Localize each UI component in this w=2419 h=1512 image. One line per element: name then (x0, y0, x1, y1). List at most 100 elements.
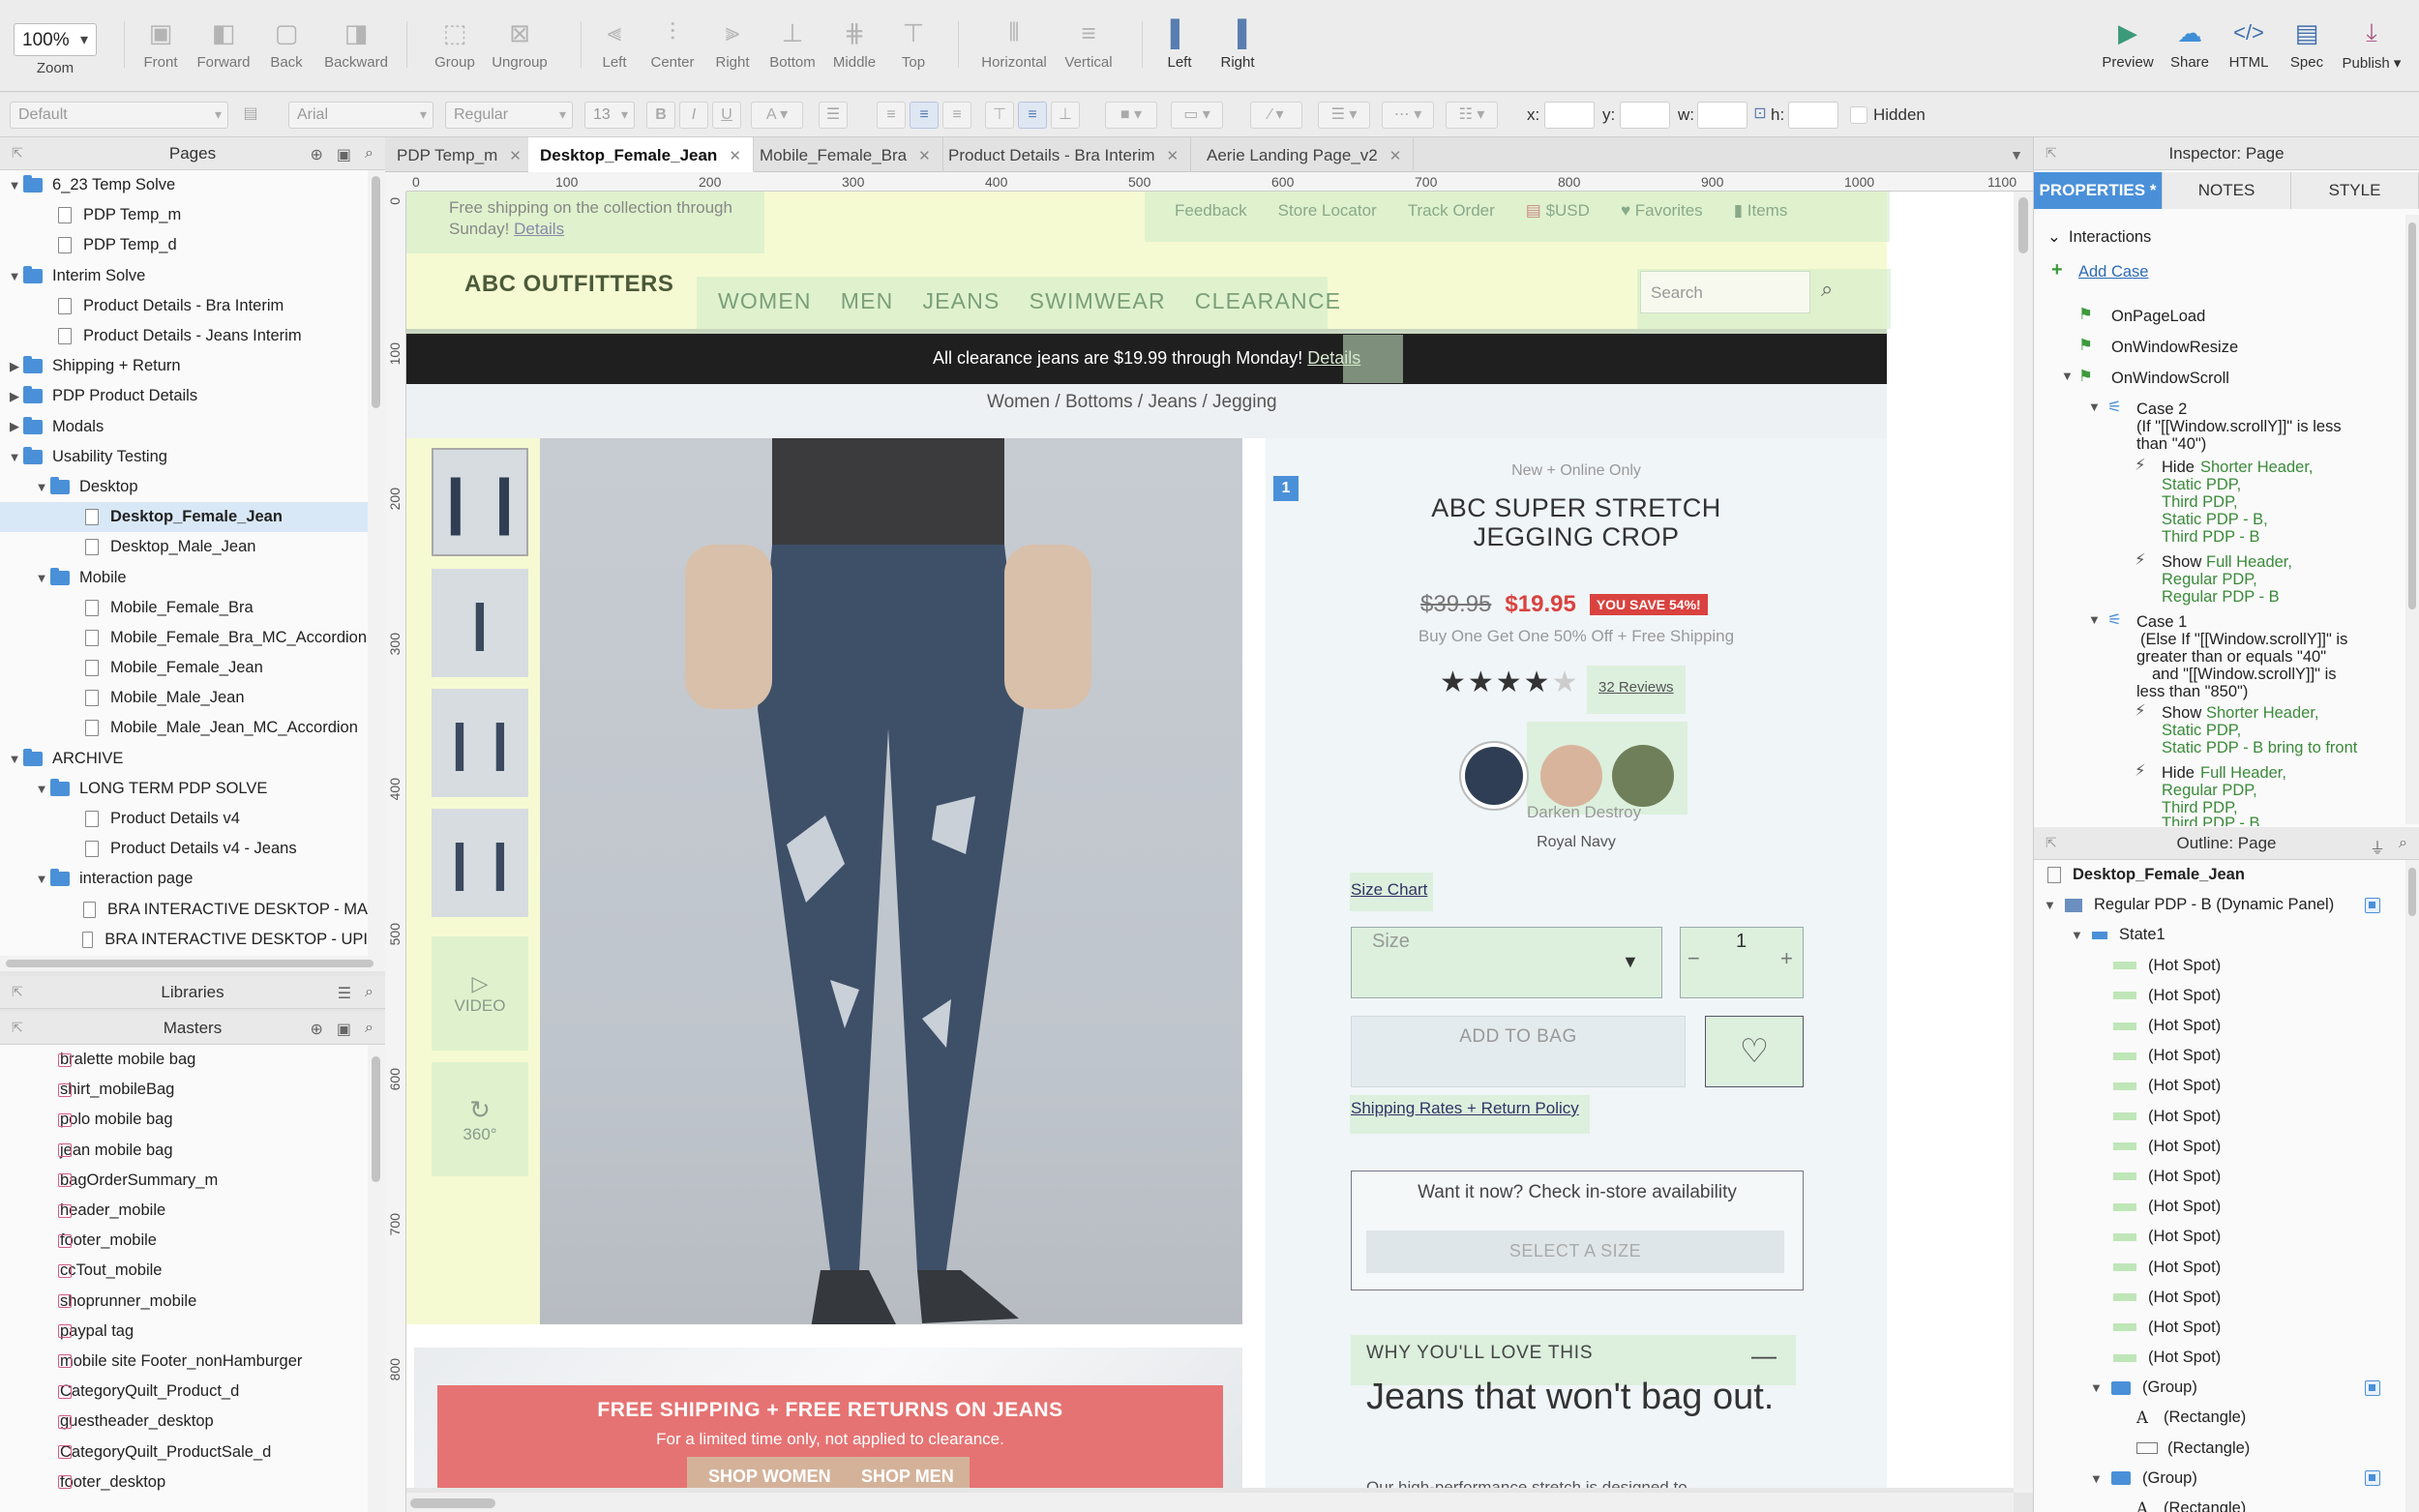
nav-jeans[interactable]: JEANS (922, 288, 1000, 314)
folder-interaction-page[interactable]: ▼ interaction page (0, 864, 368, 894)
bag-link[interactable]: ▮ Items (1734, 201, 1788, 221)
lock-ratio-icon[interactable]: ⊡ (1749, 102, 1771, 129)
outline-group[interactable]: ▼ (Group) (2034, 1464, 2405, 1494)
folder-desktop[interactable]: ▼ Desktop (0, 472, 368, 502)
outline-rectangle[interactable]: A (Rectangle) (2034, 1494, 2405, 1512)
page-product-details-v4[interactable]: Product Details v4 (0, 804, 368, 834)
swatch-royal-navy[interactable] (1459, 741, 1529, 811)
product-main-image[interactable] (540, 438, 1242, 1328)
canvas-vscrollbar[interactable] (2014, 192, 2033, 1493)
collapse-icon[interactable]: ⇱ (12, 145, 23, 162)
minus-icon[interactable]: − (1687, 946, 1700, 971)
folder-6-23-temp-solve[interactable]: ▼ 6_23 Temp Solve (0, 170, 368, 200)
swatch-tan[interactable] (1540, 745, 1602, 807)
masters-scrollbar[interactable] (368, 1045, 385, 1512)
case-2-title[interactable]: Case 2 (2136, 400, 2187, 418)
add-page-icon[interactable]: ⊕ (311, 145, 323, 164)
tab-properties[interactable]: PROPERTIES * (2034, 172, 2163, 209)
page-bra-interactive-desktop-ma[interactable]: BRA INTERACTIVE DESKTOP - MA (0, 895, 368, 925)
outline-hotspot[interactable]: (Hot Spot) (2034, 1102, 2405, 1132)
visibility-icon[interactable] (2365, 1379, 2380, 1396)
font-weight-select[interactable]: Regular (445, 102, 573, 129)
tab-product-details-bra-interim[interactable]: Product Details - Bra Interim ✕ (937, 137, 1192, 172)
caret-icon[interactable]: ▼ (2090, 1471, 2111, 1486)
thumb-4[interactable]: ❙❙ (432, 809, 528, 917)
breadcrumb[interactable]: Women / Bottoms / Jeans / Jegging (987, 392, 1277, 413)
pages-hscrollbar[interactable] (0, 956, 385, 971)
collapse-icon[interactable]: ⇱ (12, 984, 23, 1000)
nav-swimwear[interactable]: SWIMWEAR (1030, 288, 1166, 314)
master-footer-mobile[interactable]: footer_mobile (0, 1226, 368, 1256)
shadow-icon[interactable]: ▭ ▾ (1171, 102, 1223, 129)
shipping-policy-link[interactable]: Shipping Rates + Return Policy (1351, 1099, 1579, 1118)
outline-hotspot[interactable]: (Hot Spot) (2034, 981, 2405, 1011)
thumb-2[interactable]: ❙ (432, 569, 528, 677)
caret-icon[interactable]: ▶ (6, 359, 23, 374)
shop-men-button[interactable]: SHOP MEN (861, 1467, 954, 1487)
outline-state[interactable]: ▼ State1 (2034, 920, 2405, 950)
event-onwindowresize[interactable]: OnWindowResize (2111, 339, 2238, 356)
master-mobile-site-footer-nonhamburger[interactable]: mobile site Footer_nonHamburger (0, 1347, 368, 1377)
folder-long-term-pdp-solve[interactable]: ▼ LONG TERM PDP SOLVE (0, 774, 368, 804)
event-onpageload[interactable]: OnPageLoad (2111, 308, 2205, 325)
page-pdp-temp-m[interactable]: PDP Temp_m (0, 200, 368, 230)
folder-interim-solve[interactable]: ▼ Interim Solve (0, 261, 368, 291)
line-pattern-icon[interactable]: ⋯ ▾ (1382, 102, 1434, 129)
add-folder-icon[interactable]: ▣ (337, 145, 351, 164)
arrow-style-icon[interactable]: ☷ ▾ (1446, 102, 1498, 129)
close-icon[interactable]: ✕ (729, 148, 741, 164)
w-input[interactable] (1697, 102, 1747, 129)
tab-aerie-landing-page[interactable]: Aerie Landing Page_v2 ✕ (1195, 137, 1415, 172)
italic-icon[interactable]: I (679, 102, 708, 129)
y-input[interactable] (1620, 102, 1670, 129)
bullet-list-icon[interactable]: ☰ (819, 102, 848, 129)
swatch-olive[interactable] (1612, 745, 1674, 807)
size-chart-link[interactable]: Size Chart (1351, 880, 1427, 900)
search-icon[interactable]: ⌕ (365, 145, 373, 164)
zoom-select[interactable]: 100% (14, 23, 97, 56)
line-color-icon[interactable]: ∕ ▾ (1250, 102, 1302, 129)
collapse-icon[interactable]: ⇱ (2046, 145, 2057, 162)
search-icon[interactable]: ⌕ (365, 1020, 373, 1039)
case-2-action-hide[interactable]: Hide (2162, 459, 2195, 476)
reviews-link[interactable]: 32 Reviews (1598, 679, 1674, 696)
outline-rectangle[interactable]: (Rectangle) (2034, 1434, 2405, 1464)
outline-hotspot[interactable]: (Hot Spot) (2034, 1343, 2405, 1373)
publish-button[interactable]: ⤓ Publish ▾ (2332, 17, 2411, 72)
track-order-link[interactable]: Track Order (1408, 201, 1495, 221)
case-1-title[interactable]: Case 1 (2136, 613, 2187, 631)
add-folder-icon[interactable]: ▣ (337, 1020, 351, 1039)
outline-hotspot[interactable]: (Hot Spot) (2034, 1313, 2405, 1343)
caret-icon[interactable]: ▼ (6, 269, 23, 283)
folder-shipping-return[interactable]: ▶ Shipping + Return (0, 351, 368, 381)
visibility-icon[interactable] (2365, 1470, 2380, 1487)
page-mobile-male-jean-mc-accordion[interactable]: Mobile_Male_Jean_MC_Accordion (0, 713, 368, 743)
nav-women[interactable]: WOMEN (718, 288, 812, 314)
master-header-mobile[interactable]: header_mobile (0, 1196, 368, 1226)
font-color-icon[interactable]: A ▾ (751, 102, 803, 129)
style-manager-icon[interactable]: ▤ (236, 102, 265, 129)
page-mobile-female-bra-mc-accordion[interactable]: Mobile_Female_Bra_MC_Accordion (0, 623, 368, 653)
close-icon[interactable]: ✕ (509, 148, 522, 164)
master-shirt-mobilebag[interactable]: shirt_mobileBag (0, 1075, 368, 1105)
canvas-hscrollbar[interactable] (406, 1493, 2014, 1512)
ungroup-button[interactable]: ⊠ Ungroup (483, 17, 556, 72)
promo-details-link[interactable]: Details (514, 220, 564, 238)
distribute-horizontal-button[interactable]: ⫴ Horizontal (977, 17, 1051, 71)
caret-icon[interactable]: ▶ (6, 389, 23, 404)
distribute-vertical-button[interactable]: ≡ Vertical (1052, 17, 1125, 72)
page-mobile-female-jean[interactable]: Mobile_Female_Jean (0, 653, 368, 683)
x-input[interactable] (1544, 102, 1595, 129)
search-icon[interactable]: ⌕ (1821, 277, 1833, 302)
caret-icon[interactable]: ▼ (33, 480, 50, 494)
folder-pdp-product-details[interactable]: ▶ PDP Product Details (0, 381, 368, 411)
add-case-link[interactable]: Add Case (2078, 263, 2148, 281)
page-bra-interactive-desktop-upi[interactable]: BRA INTERACTIVE DESKTOP - UPI (0, 925, 368, 955)
master-jean-mobile-bag[interactable]: jean mobile bag (0, 1136, 368, 1166)
caret-icon[interactable]: ▶ (6, 419, 23, 434)
font-select[interactable]: Arial (288, 102, 433, 129)
caret-down-icon[interactable]: ▼ (2061, 368, 2074, 385)
group-button[interactable]: ⬚ Group (418, 17, 492, 72)
add-to-bag-button[interactable]: ADD TO BAG (1351, 1016, 1686, 1087)
master-cctout-mobile[interactable]: ccTout_mobile (0, 1256, 368, 1286)
